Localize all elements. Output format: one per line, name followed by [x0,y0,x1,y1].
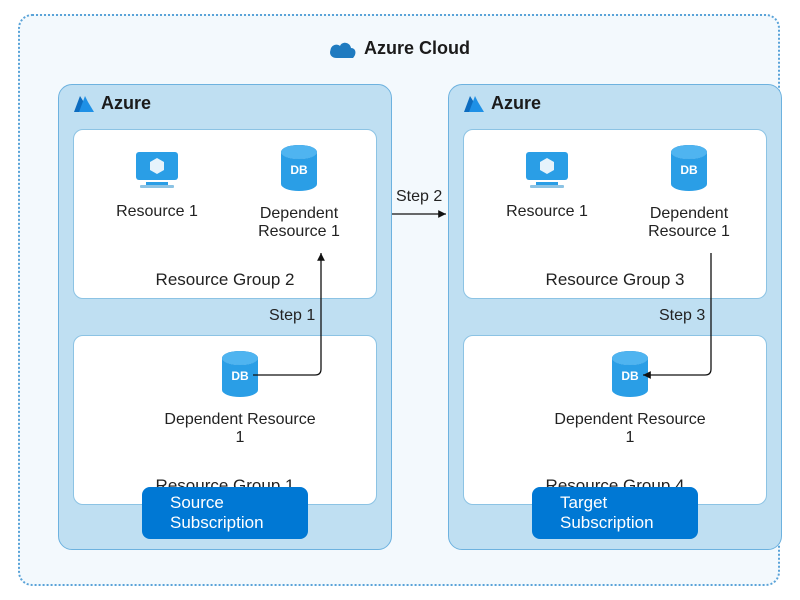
arrow-step-2 [20,16,782,588]
azure-cloud-frame: Azure Cloud Azure Resource 1 [18,14,780,586]
step-2-label: Step 2 [396,188,442,206]
